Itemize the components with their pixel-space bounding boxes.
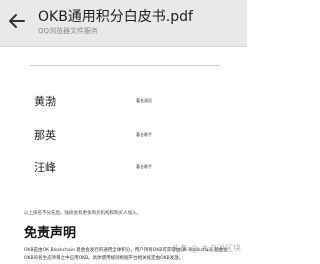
document-title: OKB通用积分白皮书.pdf xyxy=(38,9,193,25)
person-name: 那英 xyxy=(34,129,56,142)
app-toolbar: OKB通用积分白皮书.pdf QQ浏览器文件服务 xyxy=(0,0,247,47)
footnote: 以上排名不分先后。陆续会有更多购买机构和购买人加入。 xyxy=(24,211,141,216)
person-role: 著名演员 xyxy=(136,98,152,103)
back-arrow-icon[interactable] xyxy=(6,10,28,32)
paragraph-line: OKB的各生态项目之中应用OKB。具体使用规则根据平台相关规定由OKB发放。 xyxy=(24,256,184,261)
person-role: 著名歌手 xyxy=(136,164,152,169)
person-name: 黄渤 xyxy=(34,95,56,108)
person-name: 汪峰 xyxy=(34,161,56,174)
watermark: 头条 @ 大叔说区块 xyxy=(171,244,241,253)
divider xyxy=(30,65,220,66)
disclaimer-heading: 免责声明 xyxy=(24,226,77,241)
pdf-page[interactable]: 黄渤 著名演员 那英 著名歌手 汪峰 著名歌手 以上排名不分先后。陆续会有更多购… xyxy=(0,47,247,264)
person-role: 著名歌手 xyxy=(136,132,152,137)
document-subtitle: QQ浏览器文件服务 xyxy=(38,27,99,35)
